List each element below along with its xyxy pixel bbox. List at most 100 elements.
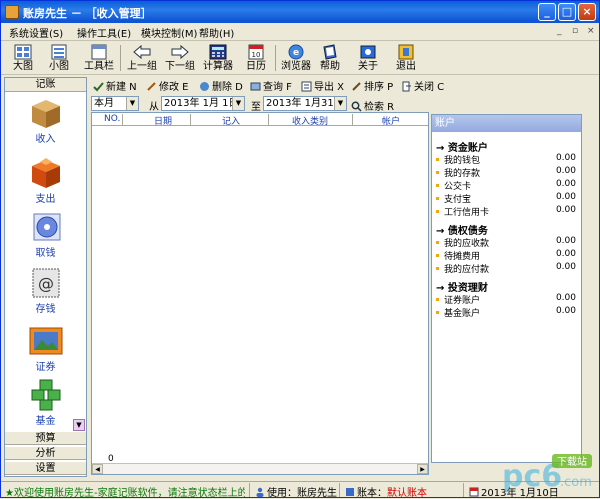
- window-title: 账房先生 － ［收入管理］: [23, 7, 152, 20]
- nav-group-settings[interactable]: 设置: [5, 461, 86, 475]
- tool-calculator[interactable]: 计算器: [199, 42, 237, 74]
- main-window: 账房先生 － ［收入管理］ _ □ × 系统设置(S) 操作工具(E) 模块控制…: [0, 0, 600, 499]
- watermark-logo: pc6 下载站 .com: [502, 454, 592, 492]
- column-header-income-category[interactable]: 收入类别: [292, 114, 328, 127]
- nav-item-deposit[interactable]: @ 存钱: [5, 266, 86, 315]
- tool-help[interactable]: 帮助: [313, 42, 347, 74]
- income-box-icon: [31, 100, 60, 128]
- account-name: 基金账户: [444, 309, 481, 319]
- scroll-right-icon[interactable]: ▶: [417, 464, 428, 474]
- action-toolbar: 新建 N 修改 E 删除 D 查询 F 导出 X 排序 P 关闭 C: [89, 77, 599, 93]
- from-date-picker[interactable]: 2013年 1月 1日 ▼: [161, 96, 245, 111]
- to-date-picker[interactable]: 2013年 1月31日 ▼: [263, 96, 347, 111]
- period-select[interactable]: 本月 ▼: [91, 96, 139, 111]
- nav-scroll-down-button[interactable]: ▼: [73, 419, 85, 431]
- nav-group-analysis[interactable]: 分析: [5, 446, 86, 460]
- from-date-value: 2013年 1月 1日: [164, 98, 239, 109]
- account-item[interactable]: 我的存款 0.00: [436, 166, 576, 179]
- nav-item-label: 取钱: [35, 248, 56, 259]
- nav-item-withdraw[interactable]: 取钱: [5, 210, 86, 259]
- account-name: 公交卡: [444, 182, 472, 192]
- column-header-entry[interactable]: 记入: [222, 114, 240, 127]
- account-group-investments[interactable]: → 投资理财: [436, 279, 488, 294]
- tool-label: 日历: [246, 61, 266, 72]
- account-item[interactable]: 我的钱包 0.00: [436, 153, 576, 166]
- mdi-minimize-button[interactable]: _: [557, 26, 562, 36]
- small-icons-icon: [51, 44, 67, 60]
- menu-module-control[interactable]: 模块控制(M): [141, 25, 197, 40]
- bullet-icon: [436, 158, 439, 161]
- menu-help[interactable]: 帮助(H): [199, 25, 234, 40]
- new-button[interactable]: 新建 N: [93, 78, 137, 93]
- nav-item-income[interactable]: 收入: [5, 96, 86, 145]
- column-divider[interactable]: [268, 114, 269, 125]
- account-group-debts[interactable]: → 债权债务: [436, 222, 488, 237]
- chevron-down-icon: ▼: [126, 97, 138, 110]
- menu-operation-tools[interactable]: 操作工具(E): [77, 25, 131, 40]
- tool-next-group[interactable]: 下一组: [161, 42, 199, 74]
- watermark-badge: 下载站: [557, 455, 587, 468]
- svg-text:e: e: [293, 48, 299, 58]
- prev-group-icon: [133, 44, 151, 60]
- sort-label: 排序 P: [364, 82, 394, 93]
- nav-item-securities[interactable]: 证券: [5, 324, 86, 373]
- income-records-table[interactable]: NO. 日期 记入 收入类别 帐户 0 ◀ ▶: [91, 112, 429, 475]
- tool-calendar[interactable]: 10 日历: [239, 42, 273, 74]
- scroll-left-icon[interactable]: ◀: [92, 464, 103, 474]
- edit-button[interactable]: 修改 E: [146, 78, 189, 93]
- column-header-date[interactable]: 日期: [154, 114, 172, 127]
- maximize-button[interactable]: □: [558, 3, 576, 21]
- close-button[interactable]: ×: [578, 3, 596, 21]
- menu-system-settings[interactable]: 系统设置(S): [9, 25, 63, 40]
- nav-group-budget[interactable]: 预算: [5, 431, 86, 445]
- minimize-button[interactable]: _: [538, 3, 556, 21]
- account-item[interactable]: 工行信用卡 0.00: [436, 205, 576, 218]
- account-item[interactable]: 公交卡 0.00: [436, 179, 576, 192]
- tool-about[interactable]: 关于: [351, 42, 385, 74]
- close-view-label: 关闭 C: [414, 82, 445, 93]
- nav-group-bookkeeping[interactable]: 记账: [5, 78, 86, 92]
- mdi-restore-button[interactable]: ▫: [572, 26, 578, 36]
- account-item[interactable]: 待摊费用 0.00: [436, 249, 576, 262]
- query-button[interactable]: 查询 F: [250, 78, 292, 93]
- column-divider[interactable]: [190, 114, 191, 125]
- account-group-funds[interactable]: → 资金账户: [436, 139, 488, 154]
- export-button[interactable]: 导出 X: [301, 78, 344, 93]
- tool-toolbar[interactable]: 工具栏: [80, 42, 118, 74]
- account-item[interactable]: 基金账户 0.00: [436, 306, 576, 319]
- account-item[interactable]: 证券账户 0.00: [436, 293, 576, 306]
- bullet-icon: [436, 171, 439, 174]
- column-divider[interactable]: [122, 114, 123, 125]
- withdraw-disk-icon: [33, 213, 60, 241]
- tool-exit[interactable]: 退出: [389, 42, 423, 74]
- sort-button[interactable]: 排序 P: [351, 78, 393, 93]
- nav-item-label: 证券: [35, 362, 56, 373]
- status-user: 使用：账房先生: [255, 484, 337, 499]
- tool-small-icons[interactable]: 小图: [42, 42, 76, 74]
- to-date-value: 2013年 1月31日: [266, 98, 344, 109]
- toolbar-separator: [275, 45, 276, 71]
- mdi-close-button[interactable]: ×: [587, 26, 595, 36]
- account-item[interactable]: 我的应付款 0.00: [436, 262, 576, 275]
- chevron-down-icon: ▼: [232, 97, 244, 110]
- account-balance: 0.00: [555, 153, 576, 163]
- column-header-no[interactable]: NO.: [104, 114, 120, 124]
- horizontal-scrollbar[interactable]: ◀ ▶: [92, 463, 428, 474]
- tool-browser[interactable]: e 浏览器: [277, 42, 315, 74]
- tool-large-icons[interactable]: 大图: [6, 42, 40, 74]
- query-icon: [250, 82, 261, 91]
- tool-prev-group[interactable]: 上一组: [123, 42, 161, 74]
- close-view-button[interactable]: 关闭 C: [401, 78, 444, 93]
- date-icon: [469, 487, 479, 497]
- account-item[interactable]: 支付宝 0.00: [436, 192, 576, 205]
- about-icon: [360, 45, 376, 59]
- delete-button[interactable]: 删除 D: [199, 78, 243, 93]
- search-button[interactable]: 检索 R: [351, 98, 394, 113]
- title-bar[interactable]: 账房先生 － ［收入管理］ _ □ ×: [1, 1, 599, 23]
- nav-item-label: 支出: [35, 194, 56, 205]
- column-header-account[interactable]: 帐户: [382, 114, 400, 127]
- account-item[interactable]: 我的应收款 0.00: [436, 236, 576, 249]
- column-divider[interactable]: [352, 114, 353, 125]
- help-book-icon: [323, 44, 337, 60]
- nav-item-expense[interactable]: 支出: [5, 156, 86, 205]
